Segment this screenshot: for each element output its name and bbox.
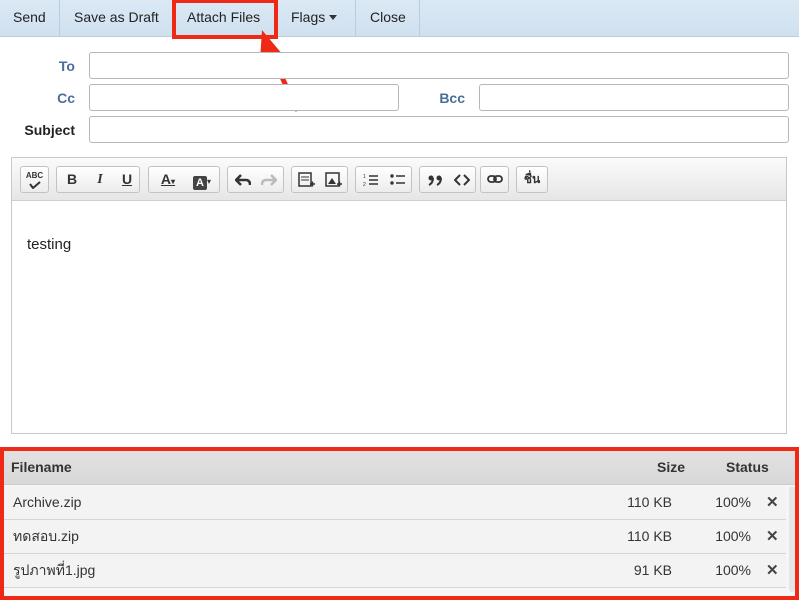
attachment-row: ทดสอบ.zip 110 KB 100% ✕ [0, 520, 786, 554]
attachment-size: 110 KB [627, 494, 672, 510]
background-color-icon[interactable]: A ▾ [186, 167, 218, 192]
svg-text:2: 2 [363, 182, 366, 187]
attachment-status: 100% [715, 528, 751, 544]
attachments-header: Filename Size Status [0, 449, 799, 485]
editor-toolbar: ABC B I U A▾ A ▾ 12 ชื่น [12, 158, 786, 201]
undo-icon[interactable] [235, 173, 251, 187]
remove-attachment-icon[interactable]: ✕ [766, 520, 779, 553]
message-body[interactable]: testing [27, 236, 71, 253]
insert-block-icon[interactable] [298, 172, 316, 189]
attachment-size: 91 KB [633, 562, 672, 578]
remove-attachment-icon[interactable]: ✕ [766, 486, 779, 519]
filename-header: Filename [11, 459, 72, 475]
code-icon[interactable] [454, 173, 470, 187]
check-mark-icon [29, 181, 41, 189]
attachment-filename: ทดสอบ.zip [13, 528, 79, 544]
color-group: A▾ A ▾ [148, 166, 220, 193]
svg-text:1: 1 [363, 174, 366, 180]
spellcheck-button[interactable]: ABC [20, 166, 49, 193]
text-color-letter: A [160, 171, 172, 187]
text-color-icon[interactable]: A▾ [153, 167, 183, 192]
link-button[interactable] [480, 166, 509, 193]
insert-image-icon[interactable] [325, 172, 343, 189]
attachment-row: Archive.zip 110 KB 100% ✕ [0, 486, 786, 520]
italic-icon[interactable]: I [87, 167, 113, 192]
attachment-size: 110 KB [627, 528, 672, 544]
attachment-row: รูปภาพที่1.jpg 91 KB 100% ✕ [0, 554, 786, 588]
bold-icon[interactable]: B [59, 167, 85, 192]
bcc-label: Bcc [439, 90, 465, 106]
bg-color-letter: A [192, 176, 207, 190]
size-header: Size [657, 459, 686, 475]
subject-label: Subject [24, 122, 75, 138]
message-editor[interactable]: ABC B I U A▾ A ▾ 12 ชื่น testing [11, 157, 787, 434]
thai-text-button[interactable]: ชื่น [516, 166, 548, 193]
to-label: To [58, 58, 75, 74]
underline-icon[interactable]: U [114, 167, 140, 192]
format-group: B I U [56, 166, 140, 193]
attachment-status: 100% [715, 562, 751, 578]
cc-label: Cc [57, 90, 75, 106]
insert-group [291, 166, 348, 193]
status-header: Status [726, 459, 769, 475]
history-group [227, 166, 284, 193]
cc-field[interactable] [89, 84, 399, 111]
attachments-scrollbar[interactable] [789, 486, 795, 592]
thai-text-icon: ชื่น [523, 172, 541, 186]
attachment-filename: รูปภาพที่1.jpg [13, 562, 96, 578]
redo-icon[interactable] [261, 173, 277, 187]
blockquote-icon[interactable] [427, 174, 443, 186]
attachments-panel: Filename Size Status Archive.zip 110 KB … [0, 449, 799, 600]
block-group [419, 166, 476, 193]
list-group: 12 [355, 166, 412, 193]
remove-attachment-icon[interactable]: ✕ [766, 554, 779, 587]
attachment-filename: Archive.zip [13, 494, 82, 510]
bcc-field[interactable] [479, 84, 789, 111]
numbered-list-icon[interactable]: 12 [363, 173, 379, 187]
attachment-status: 100% [715, 494, 751, 510]
link-icon [487, 175, 503, 183]
to-field[interactable] [89, 52, 789, 79]
bullet-list-icon[interactable] [390, 173, 406, 187]
subject-field[interactable] [89, 116, 789, 143]
